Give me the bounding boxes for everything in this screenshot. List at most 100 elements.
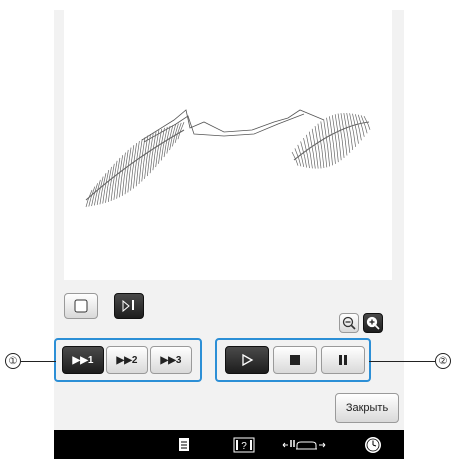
document-button[interactable] [169,430,199,459]
feather-stitch [324,148,328,168]
feather-stitch [135,166,139,187]
feather-stitch [110,184,114,202]
bottom-taskbar: ? [54,430,404,459]
feather-stitch [141,162,145,182]
presser-foot-button[interactable] [279,430,329,459]
zoom-in-icon [366,316,380,330]
feather-stitch [315,152,319,169]
feather-stitch [174,134,178,143]
feather-stitch [306,134,311,155]
feather-stitch [307,155,310,169]
help-button[interactable]: ? [227,430,261,459]
feather-stitch [291,151,297,161]
feather-stitch [104,169,110,190]
feather-stitch [330,145,333,166]
feather-stitch [116,180,120,199]
fast-forward-icon: ▶▶ [72,354,88,366]
feather-stitch [119,178,122,198]
feather-stitch [163,144,167,158]
feather-stitch [338,141,342,161]
zoom-out-icon [342,316,356,330]
callout-2-line [369,361,435,362]
feather-stitch [146,158,150,177]
feather-stitch [85,199,89,208]
feather-stitch [130,170,133,191]
left-feather-pattern [85,122,185,208]
feather-stitch [94,194,97,206]
needle-icon [122,299,134,313]
feather-stitch [350,134,354,150]
feather-stitch [91,196,94,207]
feather-stitch [301,157,305,168]
zoom-in-button[interactable] [363,313,383,333]
feather-stitch [107,166,112,189]
frame-view-button[interactable] [64,293,98,319]
feather-stitch [160,146,164,161]
feather-stitch [344,138,348,156]
feather-stitch [102,189,106,204]
feather-stitch [127,173,131,193]
feather-stitch [310,154,313,169]
right-feather-pattern [291,112,371,169]
zoom-out-button[interactable] [339,313,359,333]
feather-stitch [333,144,336,164]
feather-stitch [303,137,308,156]
speed-1-label: 1 [87,354,94,366]
close-button[interactable]: Закрыть [335,393,399,423]
document-icon [179,438,189,451]
feather-stitch [99,191,103,205]
speed-2-button[interactable]: ▶▶ 2 [106,346,148,374]
feather-stitch [105,187,108,203]
feather-stitch [88,198,92,207]
feather-stitch [359,129,362,141]
feather-stitch [327,147,331,167]
feather-stitch [361,127,365,137]
speed-3-label: 3 [175,354,182,366]
presser-foot-icon [282,439,326,449]
callout-1: ① [5,353,21,369]
pause-icon [339,355,347,365]
embroidery-design-drawing [85,109,371,208]
stop-icon [290,355,300,365]
feather-stitch [144,160,147,179]
play-button[interactable] [225,346,269,374]
fast-forward-icon: ▶▶ [160,354,176,366]
feather-stitch [321,149,325,169]
feather-stitch [353,132,356,147]
speed-button-group: ▶▶ 1 ▶▶ 2 ▶▶ 3 [54,338,202,382]
feather-stitch [166,141,170,154]
stop-button[interactable] [273,346,317,374]
frame-icon [74,299,88,313]
feather-stitch [149,155,153,174]
feather-stitch [335,142,339,163]
feather-stitch [308,131,314,154]
pause-button[interactable] [321,346,365,374]
speed-2-label: 2 [131,354,138,366]
help-icon: ? [233,437,255,452]
needle-view-button[interactable] [114,293,144,319]
feather-stitch [356,131,359,144]
svg-text:?: ? [241,441,247,452]
feather-stitch [121,176,125,196]
feather-stitch [312,153,316,169]
feather-stitch [304,156,307,168]
feather-stitch [172,136,175,147]
playback-button-group [215,338,371,382]
play-icon [242,353,254,367]
feather-stitch [169,139,172,151]
speed-3-button[interactable]: ▶▶ 3 [150,346,192,374]
feather-stitch [155,151,159,168]
feather-stitch [98,176,104,194]
feather-stitch [341,139,345,159]
callout-1-line [21,361,56,362]
feather-stitch [364,125,368,134]
feather-stitch [298,158,302,167]
feather-stitch [138,164,142,185]
speed-1-button[interactable]: ▶▶ 1 [62,346,104,374]
feather-stitch [101,173,107,192]
clock-icon [365,436,381,453]
embroidery-simulator-screen: ▶▶ 1 ▶▶ 2 ▶▶ 3 Закрыть [54,10,404,459]
clock-button[interactable] [359,430,387,459]
feather-stitch [96,179,101,196]
feather-stitch [367,124,371,130]
